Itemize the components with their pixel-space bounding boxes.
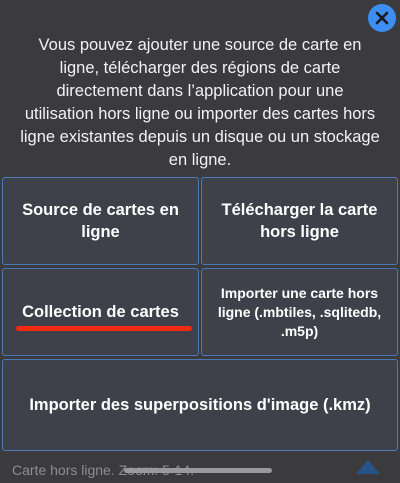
import-offline-map-button[interactable]: Importer une carte hors ligne (.mbtiles,… xyxy=(201,268,398,356)
home-indicator xyxy=(124,468,272,473)
close-icon xyxy=(375,11,389,25)
map-collection-button[interactable]: Collection de cartes xyxy=(2,268,199,356)
download-offline-map-label: Télécharger la carte hors ligne xyxy=(221,201,378,241)
import-image-overlays-button[interactable]: Importer des superpositions d'image (.km… xyxy=(2,359,398,451)
map-collection-label: Collection de cartes xyxy=(22,303,179,321)
dialog-intro-text: Vous pouvez ajouter une source de carte … xyxy=(20,36,380,169)
download-offline-map-button[interactable]: Télécharger la carte hors ligne xyxy=(201,177,398,265)
import-offline-map-label: Importer une carte hors ligne (.mbtiles,… xyxy=(217,284,382,339)
close-button[interactable] xyxy=(368,4,396,32)
online-map-source-label: Source de cartes en ligne xyxy=(22,201,179,241)
red-highlight-underline xyxy=(16,326,192,331)
background-blue-icon xyxy=(354,456,382,478)
import-image-overlays-label: Importer des superpositions d'image (.km… xyxy=(29,396,371,414)
online-map-source-button[interactable]: Source de cartes en ligne xyxy=(2,177,199,265)
